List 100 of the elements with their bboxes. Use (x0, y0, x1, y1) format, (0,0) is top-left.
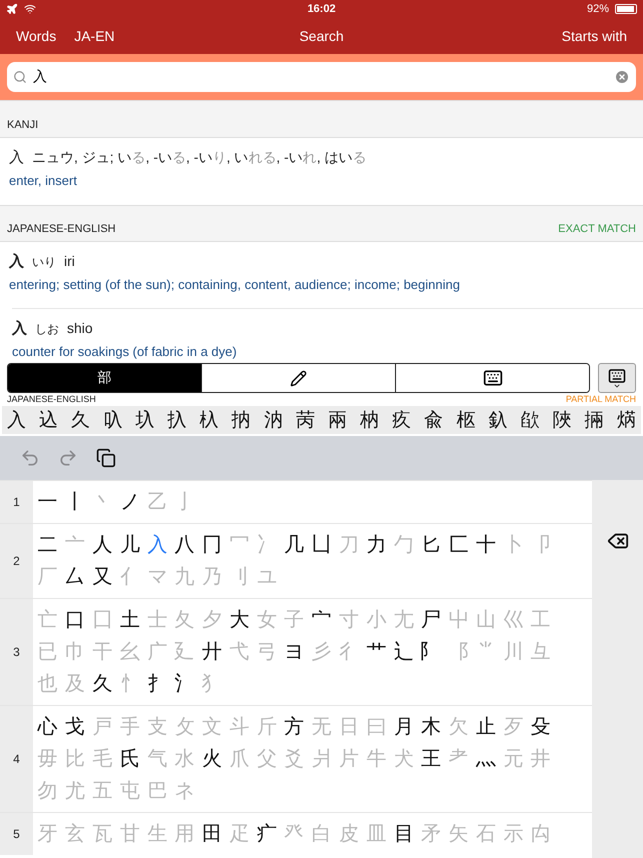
radical-key[interactable]: 凵 (308, 528, 336, 560)
radical-key[interactable]: 厂 (34, 560, 62, 592)
radical-key[interactable]: 皮 (335, 817, 363, 849)
radical-key[interactable]: 禸 (527, 817, 554, 849)
radical-key[interactable]: 亡 (34, 603, 62, 635)
keyboard-mode-tab[interactable] (395, 364, 589, 392)
radical-key[interactable]: 爿 (308, 742, 336, 774)
radical-key[interactable]: 止 (472, 710, 500, 742)
radical-key[interactable]: 一 (34, 485, 62, 517)
radical-key[interactable]: 弓 (253, 635, 281, 667)
kanji-candidate[interactable]: 叺 (103, 407, 122, 433)
radical-key[interactable]: 欠 (444, 710, 472, 742)
radical-key[interactable]: 氏 (116, 742, 144, 774)
radical-key[interactable]: ⺌ (472, 635, 500, 667)
radical-key[interactable]: 廾 (198, 635, 226, 667)
radical-key[interactable]: 用 (170, 817, 198, 849)
radical-key[interactable]: 井 (527, 742, 554, 774)
radical-key[interactable]: 水 (170, 742, 198, 774)
radical-key[interactable]: 忄 (116, 667, 144, 699)
radical-key[interactable]: 士 (144, 603, 171, 635)
kanji-entry[interactable]: 入 ニュウ, ジュ; いる, -いる, -い り, いれる, -いれ, はいる enter, insert (0, 138, 643, 205)
radical-key[interactable]: 及 (61, 667, 89, 699)
radical-key[interactable]: 又 (88, 560, 116, 592)
radical-key[interactable]: 山 (472, 603, 500, 635)
radical-key[interactable]: 方 (280, 710, 308, 742)
radical-key[interactable]: 力 (362, 528, 390, 560)
radical-key[interactable]: 文 (198, 710, 226, 742)
radical-key[interactable]: 二 (34, 528, 62, 560)
radical-key[interactable]: 彑 (527, 635, 554, 667)
radical-key[interactable]: 儿 (116, 528, 144, 560)
radical-key[interactable]: 目 (390, 817, 418, 849)
radical-key[interactable]: 扌 (144, 667, 171, 699)
radical-key[interactable]: 矢 (444, 817, 472, 849)
radical-key[interactable]: 无 (308, 710, 336, 742)
radical-key[interactable]: 元 (500, 742, 528, 774)
radical-key[interactable]: 乙 (144, 485, 171, 517)
kanji-candidate[interactable]: 扖 (167, 407, 186, 433)
hide-keyboard-button[interactable] (598, 363, 636, 393)
radical-key[interactable]: 九 (170, 560, 198, 592)
radical-key[interactable]: 片 (335, 742, 363, 774)
radical-key[interactable]: 屯 (116, 774, 144, 806)
radical-key[interactable]: 冫 (253, 528, 281, 560)
radical-key[interactable]: 卩 (527, 528, 554, 560)
radical-key[interactable]: 小 (362, 603, 390, 635)
radical-key[interactable]: 父 (253, 742, 281, 774)
radical-key[interactable]: 入 (144, 528, 171, 560)
radical-key[interactable]: 也 (34, 667, 62, 699)
radical-key[interactable]: 匕 (417, 528, 445, 560)
kanji-candidate[interactable]: 込 (39, 407, 58, 433)
radical-key[interactable]: 生 (144, 817, 171, 849)
kanji-candidate[interactable]: 枘 (360, 407, 380, 433)
radical-key[interactable]: 尢 (390, 603, 418, 635)
radical-key[interactable]: 寸 (335, 603, 363, 635)
radical-key[interactable]: 乃 (198, 560, 226, 592)
kanji-candidate[interactable]: 釞 (488, 407, 508, 433)
radical-key[interactable]: 厶 (61, 560, 89, 592)
kanji-candidate[interactable]: 兩 (328, 407, 347, 433)
radical-key[interactable]: 田 (198, 817, 226, 849)
kanji-candidate[interactable]: 久 (71, 407, 90, 433)
radical-key[interactable]: 灬 (472, 742, 500, 774)
radical-key[interactable]: ヨ (280, 635, 308, 667)
radical-key[interactable]: 十 (472, 528, 500, 560)
kanji-candidate[interactable]: 抐 (232, 407, 251, 433)
radical-key[interactable]: 廴 (170, 635, 198, 667)
kanji-candidate[interactable]: 欿 (520, 407, 540, 433)
radical-key[interactable]: 囗 (88, 603, 116, 635)
radical-key[interactable]: 牛 (362, 742, 390, 774)
radical-key[interactable]: 犬 (390, 742, 418, 774)
radical-key[interactable]: 冂 (198, 528, 226, 560)
radical-key[interactable]: ⺾ (362, 635, 390, 667)
radical-key[interactable]: 示 (500, 817, 528, 849)
radical-key[interactable]: 亠 (61, 528, 89, 560)
radical-key[interactable]: 月 (390, 710, 418, 742)
radical-key[interactable]: 土 (116, 603, 144, 635)
radical-key[interactable]: 尤 (61, 774, 89, 806)
radical-key[interactable]: 玄 (61, 817, 89, 849)
radical-key[interactable]: 火 (198, 742, 226, 774)
kanji-candidate[interactable]: 汭 (264, 407, 283, 433)
radical-key[interactable]: 癶 (280, 817, 308, 849)
radical-key[interactable]: 爪 (226, 742, 254, 774)
radical-key[interactable]: 巾 (61, 635, 89, 667)
radical-key[interactable]: ⻖ (417, 635, 445, 667)
radical-key[interactable]: ノ (116, 485, 144, 517)
radical-key[interactable]: 氵 (170, 667, 198, 699)
radical-key[interactable]: 夂 (170, 603, 198, 635)
radical-key[interactable]: 尸 (417, 603, 445, 635)
copy-button[interactable] (96, 448, 116, 468)
radical-key[interactable]: 彡 (308, 635, 336, 667)
kanji-candidate[interactable]: 陜 (552, 407, 572, 433)
radical-key[interactable]: ネ (170, 774, 198, 806)
radical-key[interactable]: 歹 (500, 710, 528, 742)
kanji-candidate[interactable]: 掚 (584, 407, 604, 433)
radical-key[interactable]: ⻌ (390, 635, 418, 667)
radical-key[interactable]: 瓦 (88, 817, 116, 849)
kanji-candidate[interactable]: 焫 (616, 407, 636, 433)
kanji-candidate[interactable]: 入 (7, 407, 26, 433)
radical-key[interactable]: 亅 (170, 485, 198, 517)
radical-key[interactable]: 久 (88, 667, 116, 699)
radical-key[interactable]: 爻 (280, 742, 308, 774)
kanji-candidate[interactable]: 柩 (456, 407, 476, 433)
